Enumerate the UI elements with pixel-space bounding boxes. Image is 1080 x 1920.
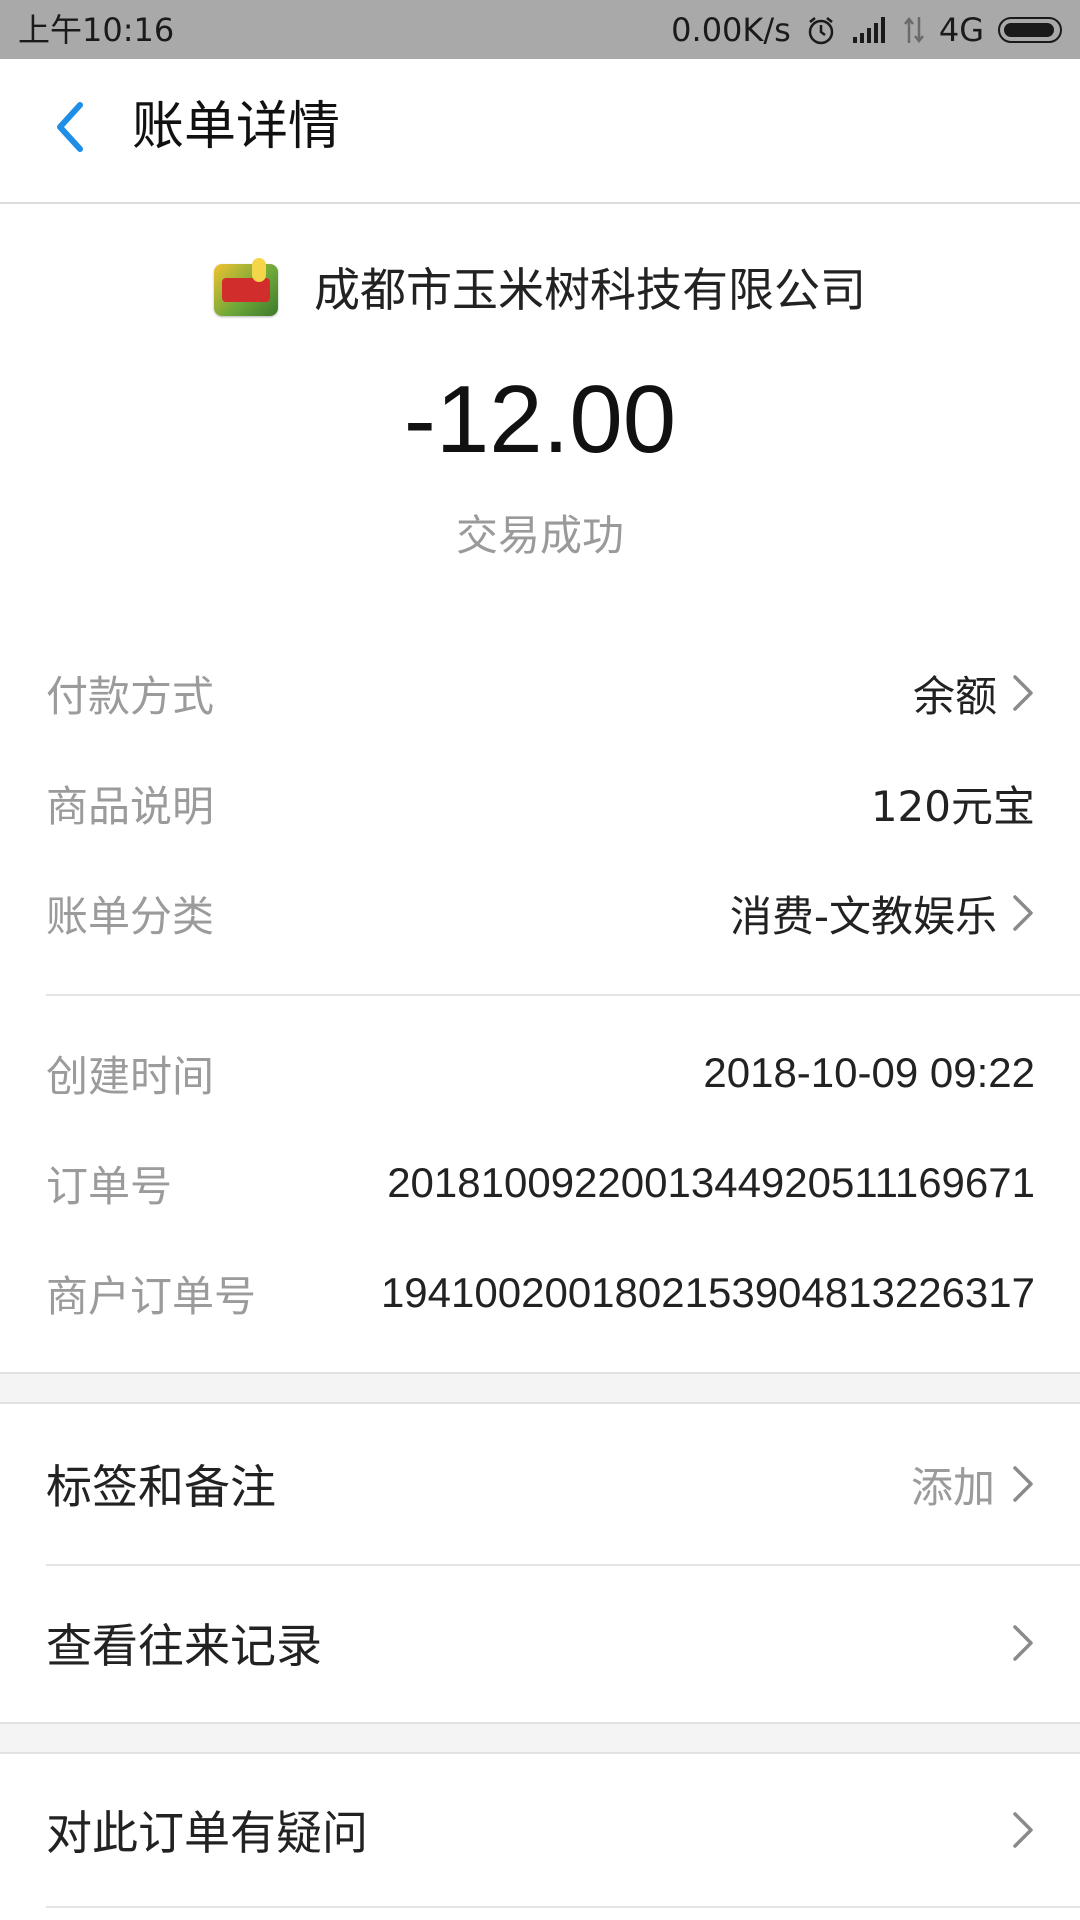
merchant-logo: [214, 258, 278, 316]
nav-bar: 账单详情: [0, 59, 1080, 204]
row-label: 商户订单号: [46, 1271, 257, 1321]
row-label: 付款方式: [46, 671, 215, 721]
row-value: 消费-文教娱乐: [730, 883, 1035, 944]
net-speed: 0.00K/s: [671, 11, 791, 49]
row-value: 余额: [913, 663, 1035, 724]
order-number-row: 订单号 2018100922001344920511169671: [46, 1148, 1035, 1218]
chevron-right-icon: [1013, 675, 1033, 711]
created-time-value: 2018-10-09 09:22: [703, 1049, 1035, 1096]
row-label: 账单分类: [46, 891, 215, 941]
view-history-row[interactable]: 查看往来记录: [46, 1593, 1035, 1693]
back-button[interactable]: [30, 87, 110, 167]
product-desc-row: 商品说明 120元宝: [46, 768, 1035, 838]
created-time-row: 创建时间 2018-10-09 09:22: [46, 1038, 1035, 1108]
row-label: 创建时间: [46, 1051, 215, 1101]
tags-notes-right: 添加: [911, 1454, 1035, 1515]
bill-category-value: 消费-文教娱乐: [729, 891, 997, 941]
merchant-name: 成都市玉米树科技有限公司: [314, 263, 866, 317]
chevron-right-icon: [1013, 1466, 1033, 1502]
divider: [46, 1564, 1080, 1566]
network-type: 4G: [938, 11, 984, 49]
signal-icon: [851, 15, 889, 45]
add-hint: 添加: [910, 1462, 995, 1512]
divider: [46, 994, 1080, 996]
chevron-right-icon: [1013, 895, 1033, 931]
chevron-right-icon: [1013, 1625, 1033, 1661]
view-history-label: 查看往来记录: [46, 1619, 322, 1673]
merchant-order-number-row: 商户订单号 1941002001802153904813226317: [46, 1258, 1035, 1328]
status-icons: 0.00K/s 4G: [671, 8, 1062, 52]
status-time: 上午10:16: [18, 11, 175, 49]
chevron-left-icon: [57, 102, 83, 152]
chevron-right-icon: [1013, 1812, 1033, 1848]
order-question-label: 对此订单有疑问: [46, 1806, 368, 1860]
order-number-value: 2018100922001344920511169671: [387, 1159, 1035, 1206]
bill-category-row[interactable]: 账单分类 消费-文教娱乐: [46, 878, 1035, 948]
page-title: 账单详情: [132, 97, 341, 157]
merchant-header: 成都市玉米树科技有限公司: [0, 250, 1080, 330]
merchant-order-number-value: 1941002001802153904813226317: [380, 1269, 1035, 1316]
order-question-row[interactable]: 对此订单有疑问: [46, 1780, 1035, 1880]
data-transfer-icon: [903, 15, 925, 45]
status-bar: 上午10:16 0.00K/s 4G: [0, 0, 1080, 59]
tags-notes-row[interactable]: 标签和备注 添加: [46, 1434, 1035, 1534]
row-label: 订单号: [46, 1161, 173, 1211]
payment-method-value: 余额: [912, 671, 997, 721]
divider: [46, 1906, 1080, 1908]
transaction-status: 交易成功: [455, 511, 624, 560]
amount: -12.00: [403, 366, 677, 473]
product-desc-value: 120元宝: [870, 781, 1035, 831]
payment-method-row[interactable]: 付款方式 余额: [46, 658, 1035, 728]
section-separator: [0, 1372, 1080, 1404]
section-separator: [0, 1722, 1080, 1754]
row-label: 商品说明: [46, 781, 215, 831]
tags-notes-label: 标签和备注: [46, 1460, 276, 1514]
battery-icon: [998, 17, 1062, 43]
alarm-icon: [805, 14, 837, 46]
